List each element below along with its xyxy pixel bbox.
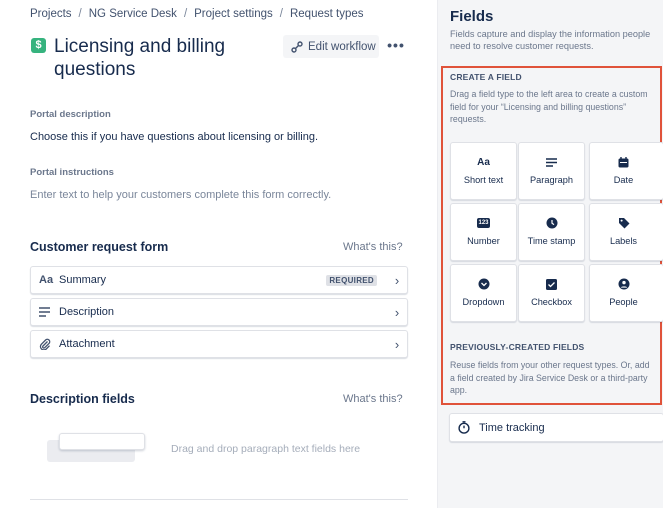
field-type-label: People — [609, 297, 638, 307]
customer-request-form-title: Customer request form — [30, 240, 169, 254]
field-type-label: Time stamp — [527, 236, 576, 246]
field-type-label: Date — [613, 175, 634, 185]
previously-created-description: Reuse fields from your other request typ… — [450, 360, 650, 395]
drop-zone-card-illustration — [59, 433, 145, 450]
tag-icon — [590, 217, 657, 229]
field-type-labels[interactable]: Labels — [589, 203, 663, 261]
more-actions-button[interactable]: ••• — [386, 35, 406, 58]
stopwatch-icon — [458, 421, 470, 434]
fields-panel-description: Fields capture and display the informati… — [450, 29, 651, 51]
paragraph-icon — [519, 156, 584, 168]
breadcrumb-separator: / — [279, 8, 283, 20]
person-icon — [590, 278, 657, 290]
previously-created-title: PREVIOUSLY-CREATED FIELDS — [450, 342, 585, 352]
portal-description-value[interactable]: Choose this if you have questions about … — [30, 131, 318, 143]
breadcrumb-separator: / — [78, 8, 82, 20]
form-field-description[interactable]: Description › — [30, 298, 408, 326]
field-type-number[interactable]: 123 Number — [450, 203, 517, 261]
form-field-attachment[interactable]: Attachment › — [30, 330, 408, 358]
field-type-label: Paragraph — [530, 175, 573, 185]
breadcrumb-projects[interactable]: Projects — [30, 8, 72, 20]
description-fields-title: Description fields — [30, 392, 135, 406]
description-drop-zone[interactable]: Drag and drop paragraph text fields here — [171, 443, 360, 455]
form-field-label: Description — [59, 306, 115, 318]
breadcrumb-settings[interactable]: Project settings — [194, 8, 273, 20]
portal-description-label: Portal description — [30, 109, 111, 120]
text-aa-icon: Aa — [39, 274, 54, 286]
breadcrumb-request-types[interactable]: Request types — [290, 8, 364, 20]
breadcrumb: Projects / NG Service Desk / Project setting… — [30, 8, 363, 20]
field-type-people[interactable]: People — [589, 264, 663, 322]
fields-panel: Fields Fields capture and display the in… — [437, 0, 663, 508]
dropdown-icon — [451, 278, 516, 290]
workflow-icon — [291, 40, 303, 53]
clock-icon — [519, 217, 584, 229]
field-type-time-stamp[interactable]: Time stamp — [518, 203, 585, 261]
chevron-right-icon[interactable]: › — [387, 337, 407, 352]
edit-workflow-label: Edit workflow — [308, 40, 376, 53]
field-type-label: Number — [467, 236, 500, 246]
field-type-label: Labels — [609, 236, 638, 246]
field-type-paragraph[interactable]: Paragraph — [518, 142, 585, 200]
number-123-icon: 123 — [477, 218, 490, 228]
form-field-label: Attachment — [59, 338, 115, 350]
customer-form-help-link[interactable]: What's this? — [343, 241, 403, 253]
field-type-dropdown[interactable]: Dropdown — [450, 264, 517, 322]
field-type-short-text[interactable]: Aa Short text — [450, 142, 517, 200]
chevron-right-icon[interactable]: › — [387, 305, 407, 320]
field-type-label: Checkbox — [531, 297, 572, 307]
portal-instructions-label: Portal instructions — [30, 167, 114, 178]
field-type-date[interactable]: Date — [589, 142, 663, 200]
required-badge: REQUIRED — [326, 274, 377, 286]
form-field-label: Summary — [59, 274, 107, 286]
description-fields-help-link[interactable]: What's this? — [343, 393, 403, 405]
chevron-right-icon[interactable]: › — [387, 273, 407, 288]
checkbox-icon — [519, 278, 584, 290]
portal-instructions-input[interactable]: Enter text to help your customers comple… — [30, 189, 331, 201]
create-field-title: CREATE A FIELD — [450, 72, 522, 82]
divider — [30, 499, 408, 500]
field-type-label: Short text — [463, 175, 504, 185]
text-aa-icon: Aa — [477, 156, 490, 168]
breadcrumb-project[interactable]: NG Service Desk — [89, 8, 177, 20]
field-type-checkbox[interactable]: Checkbox — [518, 264, 585, 322]
time-tracking-field[interactable]: Time tracking — [449, 413, 663, 442]
time-tracking-label: Time tracking — [479, 421, 545, 434]
breadcrumb-separator: / — [183, 8, 188, 20]
request-type-icon[interactable]: $ — [31, 38, 46, 53]
fields-panel-title: Fields — [450, 8, 494, 25]
page-title[interactable]: Licensing and billing questions — [54, 35, 274, 81]
form-field-summary[interactable]: Aa Summary REQUIRED › — [30, 266, 408, 294]
paperclip-icon — [31, 338, 59, 350]
request-type-editor: Projects / NG Service Desk / Project setting… — [0, 0, 437, 508]
calendar-icon — [590, 156, 657, 168]
edit-workflow-button[interactable]: Edit workflow — [283, 35, 379, 58]
create-field-description: Drag a field type to the left area to cr… — [450, 89, 648, 124]
paragraph-lines-icon — [31, 307, 59, 317]
field-type-label: Dropdown — [462, 297, 505, 307]
